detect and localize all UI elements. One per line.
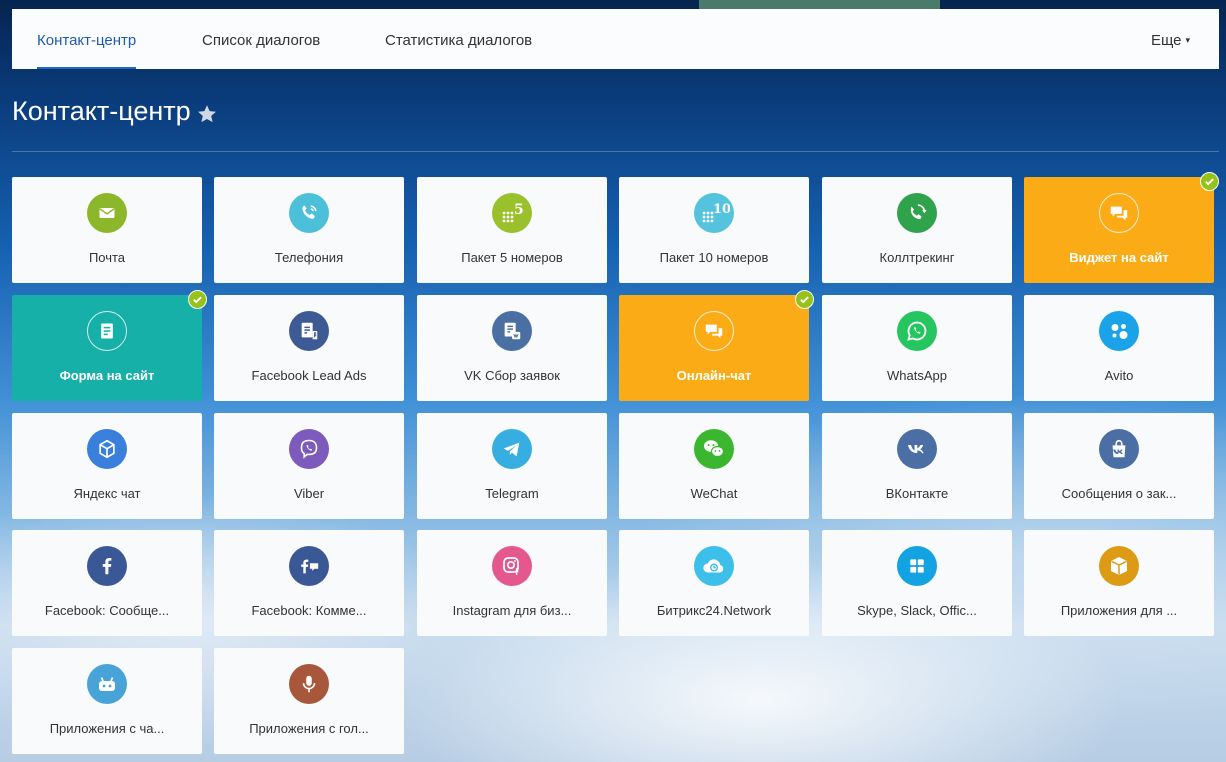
tile-label: Приложения с гол...	[249, 721, 369, 736]
connected-check-icon	[1200, 172, 1219, 191]
tile-label: Телефония	[274, 250, 344, 265]
tile-voice-apps[interactable]: Приложения с гол...	[214, 648, 404, 754]
tile-telephony[interactable]: Телефония	[214, 177, 404, 283]
tile-label: VK Сбор заявок	[464, 368, 560, 383]
microphone-icon	[289, 664, 329, 704]
title-divider	[12, 151, 1219, 152]
tile-label: Сообщения о зак...	[1061, 486, 1177, 501]
tab-contact-center[interactable]: Контакт-центр	[37, 9, 137, 69]
tile-package-10[interactable]: 10 Пакет 10 номеров	[619, 177, 809, 283]
tile-label: Пакет 5 номеров	[461, 250, 563, 265]
apps-grid-icon	[897, 546, 937, 586]
page-title: Контакт-центр	[12, 96, 191, 126]
vk-icon	[897, 429, 937, 469]
tile-mail[interactable]: Почта	[12, 177, 202, 283]
package-10-icon: 10	[694, 193, 734, 233]
form-icon	[87, 311, 127, 351]
tile-label: WeChat	[690, 486, 738, 501]
package-badge: 10	[713, 202, 730, 217]
whatsapp-icon	[897, 311, 937, 351]
tile-label: Telegram	[485, 486, 539, 501]
tile-label: Почта	[88, 250, 126, 265]
tile-label: Facebook: Сообще...	[44, 603, 170, 618]
more-menu-button[interactable]: Еще ▾	[1151, 9, 1190, 69]
connected-check-icon	[795, 290, 814, 309]
mail-icon	[87, 193, 127, 233]
tile-vk-leads[interactable]: VK Сбор заявок	[417, 295, 607, 401]
tile-label: Avito	[1104, 368, 1134, 383]
tile-chat-apps[interactable]: Приложения с ча...	[12, 648, 202, 754]
tile-label: Форма на сайт	[59, 368, 155, 383]
tile-label: Приложения с ча...	[49, 721, 165, 736]
tile-apps-for[interactable]: Приложения для ...	[1024, 530, 1214, 636]
tile-label: Битрикс24.Network	[656, 603, 772, 618]
tile-calltracking[interactable]: Коллтрекинг	[822, 177, 1012, 283]
package-badge: 5	[514, 202, 524, 218]
facebook-icon	[87, 546, 127, 586]
tile-whatsapp[interactable]: WhatsApp	[822, 295, 1012, 401]
more-menu-label: Еще	[1150, 32, 1182, 49]
tile-label: Коллтрекинг	[879, 250, 955, 265]
avito-icon	[1099, 311, 1139, 351]
connected-check-icon	[188, 290, 207, 309]
tile-label: Пакет 10 номеров	[659, 250, 769, 265]
tile-label: Instagram для биз...	[452, 603, 572, 618]
tile-facebook-messages[interactable]: Facebook: Сообще...	[12, 530, 202, 636]
box-icon	[1099, 546, 1139, 586]
facebook-lead-ads-icon	[289, 311, 329, 351]
phone-icon	[289, 193, 329, 233]
yandex-chat-icon	[87, 429, 127, 469]
tile-wechat[interactable]: WeChat	[619, 413, 809, 519]
robot-icon	[87, 664, 127, 704]
tile-label: Viber	[293, 486, 325, 501]
tile-yandex-chat[interactable]: Яндекс чат	[12, 413, 202, 519]
tab-dialog-list[interactable]: Список диалогов	[202, 9, 320, 69]
tile-facebook-comments[interactable]: Facebook: Комме...	[214, 530, 404, 636]
tile-skype-slack-office[interactable]: Skype, Slack, Offic...	[822, 530, 1012, 636]
tile-label: Яндекс чат	[73, 486, 141, 501]
tile-telegram[interactable]: Telegram	[417, 413, 607, 519]
tile-label: WhatsApp	[887, 368, 947, 383]
tile-online-chat[interactable]: Онлайн-чат	[619, 290, 814, 401]
viber-icon	[289, 429, 329, 469]
chat-widget-icon	[1099, 193, 1139, 233]
facebook-comments-icon	[289, 546, 329, 586]
tile-label: Facebook Lead Ads	[251, 368, 367, 383]
tile-label: Skype, Slack, Offic...	[857, 603, 977, 618]
tile-site-form[interactable]: Форма на сайт	[12, 290, 207, 401]
tile-label: Онлайн-чат	[676, 368, 752, 383]
tile-viber[interactable]: Viber	[214, 413, 404, 519]
tile-label: Виджет на сайт	[1069, 250, 1169, 265]
tile-label: Facebook: Комме...	[251, 603, 367, 618]
vk-leads-icon	[492, 311, 532, 351]
telegram-icon	[492, 429, 532, 469]
tile-facebook-lead-ads[interactable]: Facebook Lead Ads	[214, 295, 404, 401]
tab-dialog-statistics[interactable]: Статистика диалогов	[385, 9, 532, 69]
top-accent-bar	[699, 0, 940, 9]
star-favorite-icon[interactable]	[196, 103, 218, 125]
calltracking-icon	[897, 193, 937, 233]
tile-label: Приложения для ...	[1060, 603, 1178, 618]
vk-orders-icon	[1099, 429, 1139, 469]
tile-avito[interactable]: Avito	[1024, 295, 1214, 401]
top-navigation-bar: Контакт-центр Список диалогов Статистика…	[12, 9, 1219, 69]
tile-site-widget[interactable]: Виджет на сайт	[1024, 172, 1219, 283]
tile-vk-orders[interactable]: Сообщения о зак...	[1024, 413, 1214, 519]
tile-label: ВКонтакте	[885, 486, 949, 501]
tile-instagram-business[interactable]: Instagram для биз...	[417, 530, 607, 636]
tile-vkontakte[interactable]: ВКонтакте	[822, 413, 1012, 519]
tile-package-5[interactable]: 5 Пакет 5 номеров	[417, 177, 607, 283]
package-5-icon: 5	[492, 193, 532, 233]
tile-bitrix24-network[interactable]: Битрикс24.Network	[619, 530, 809, 636]
wechat-icon	[694, 429, 734, 469]
online-chat-icon	[694, 311, 734, 351]
chevron-down-icon: ▾	[1185, 35, 1190, 45]
bitrix-network-icon	[694, 546, 734, 586]
instagram-icon	[492, 546, 532, 586]
